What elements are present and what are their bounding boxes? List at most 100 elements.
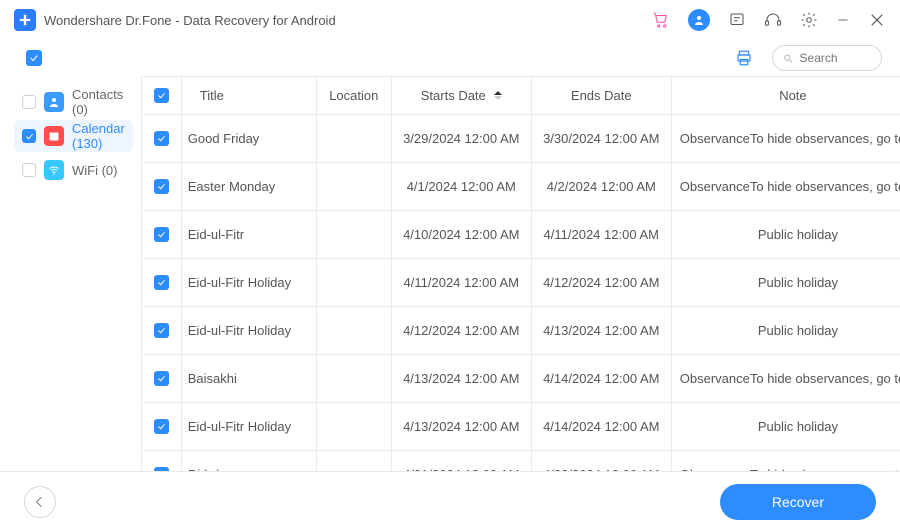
row-checkbox[interactable] [154, 467, 169, 471]
row-checkbox[interactable] [154, 275, 169, 290]
close-button[interactable] [868, 11, 886, 29]
sidebar-item-label: Contacts (0) [72, 87, 125, 117]
cell-ends-date: 4/13/2024 12:00 AM [532, 307, 672, 354]
cart-icon[interactable] [652, 11, 670, 29]
row-checkbox-cell [142, 355, 182, 402]
cell-location [317, 211, 392, 258]
header-select-all[interactable] [154, 88, 169, 103]
col-ends-date[interactable]: Ends Date [532, 77, 672, 114]
sidebar-checkbox-calendar[interactable] [22, 129, 36, 143]
sidebar-item-calendar[interactable]: Calendar (130) [14, 120, 133, 152]
header-checkbox-cell [142, 77, 182, 114]
cell-title: Easter Monday [182, 163, 317, 210]
titlebar-icons [652, 9, 886, 31]
cell-starts-date: 4/11/2024 12:00 AM [392, 259, 532, 306]
minimize-button[interactable] [836, 11, 850, 29]
cell-starts-date: 3/29/2024 12:00 AM [392, 115, 532, 162]
table-row[interactable]: Good Friday3/29/2024 12:00 AM3/30/2024 1… [142, 115, 900, 163]
table-row[interactable]: Eid-ul-Fitr Holiday4/12/2024 12:00 AM4/1… [142, 307, 900, 355]
cell-title: Eid-ul-Fitr [182, 211, 317, 258]
main-area: Contacts (0) Calendar (130) WiFi (0) Tit… [0, 76, 900, 471]
col-note[interactable]: Note [672, 77, 900, 114]
back-button[interactable] [24, 486, 56, 518]
cell-location [317, 259, 392, 306]
cell-note: Public holiday [672, 307, 900, 354]
sort-indicator-icon [494, 91, 502, 100]
feedback-icon[interactable] [728, 11, 746, 29]
settings-icon[interactable] [800, 11, 818, 29]
cell-starts-date: 4/10/2024 12:00 AM [392, 211, 532, 258]
data-table: Title Location Starts Date Ends Date Not… [141, 76, 900, 471]
row-checkbox[interactable] [154, 131, 169, 146]
table-header: Title Location Starts Date Ends Date Not… [142, 77, 900, 115]
cell-note: ObservanceTo hide observances, go to... [672, 163, 900, 210]
cell-starts-date: 4/21/2024 12:00 AM [392, 451, 532, 471]
cell-ends-date: 4/14/2024 12:00 AM [532, 355, 672, 402]
sidebar-item-wifi[interactable]: WiFi (0) [14, 154, 133, 186]
profile-icon[interactable] [688, 9, 710, 31]
cell-title: Ridván [182, 451, 317, 471]
row-checkbox[interactable] [154, 419, 169, 434]
cell-location [317, 115, 392, 162]
sidebar-item-label: WiFi (0) [72, 163, 118, 178]
table-body: Good Friday3/29/2024 12:00 AM3/30/2024 1… [142, 115, 900, 471]
row-checkbox-cell [142, 307, 182, 354]
wifi-icon [44, 160, 64, 180]
row-checkbox[interactable] [154, 227, 169, 242]
cell-location [317, 163, 392, 210]
cell-starts-date: 4/13/2024 12:00 AM [392, 355, 532, 402]
cell-note: ObservanceTo hide observances, go to... [672, 115, 900, 162]
col-starts-date[interactable]: Starts Date [392, 77, 532, 114]
table-row[interactable]: Ridván 4/21/2024 12:00 AM4/22/2024 12:00 … [142, 451, 900, 471]
search-box[interactable] [772, 45, 882, 71]
table-row[interactable]: Eid-ul-Fitr Holiday4/13/2024 12:00 AM4/1… [142, 403, 900, 451]
cell-note: ObservanceTo hide observances, go to... [672, 451, 900, 471]
cell-title: Eid-ul-Fitr Holiday [182, 259, 317, 306]
row-checkbox[interactable] [154, 323, 169, 338]
sidebar-checkbox-wifi[interactable] [22, 163, 36, 177]
row-checkbox-cell [142, 211, 182, 258]
cell-location [317, 451, 392, 471]
cell-title: Eid-ul-Fitr Holiday [182, 403, 317, 450]
col-title[interactable]: Title [182, 77, 317, 114]
table-row[interactable]: Baisakhi 4/13/2024 12:00 AM4/14/2024 12:0… [142, 355, 900, 403]
cell-title: Eid-ul-Fitr Holiday [182, 307, 317, 354]
search-icon [783, 52, 794, 65]
cell-location [317, 355, 392, 402]
cell-location [317, 403, 392, 450]
cell-ends-date: 4/22/2024 12:00 AM [532, 451, 672, 471]
app-title: Wondershare Dr.Fone - Data Recovery for … [44, 13, 336, 28]
contacts-icon [44, 92, 64, 112]
cell-note: ObservanceTo hide observances, go to... [672, 355, 900, 402]
recover-button[interactable]: Recover [720, 484, 876, 520]
footer: Recover [0, 471, 900, 531]
table-row[interactable]: Easter Monday4/1/2024 12:00 AM4/2/2024 1… [142, 163, 900, 211]
cell-starts-date: 4/13/2024 12:00 AM [392, 403, 532, 450]
row-checkbox[interactable] [154, 371, 169, 386]
cell-ends-date: 4/12/2024 12:00 AM [532, 259, 672, 306]
row-checkbox-cell [142, 163, 182, 210]
print-icon[interactable] [734, 48, 754, 68]
cell-note: Public holiday [672, 211, 900, 258]
cell-title: Baisakhi [182, 355, 317, 402]
support-icon[interactable] [764, 11, 782, 29]
app-logo [14, 9, 36, 31]
col-location[interactable]: Location [317, 77, 392, 114]
row-checkbox-cell [142, 259, 182, 306]
cell-ends-date: 4/2/2024 12:00 AM [532, 163, 672, 210]
cell-note: Public holiday [672, 259, 900, 306]
search-input[interactable] [800, 51, 871, 65]
col-starts-label: Starts Date [421, 88, 486, 103]
row-checkbox-cell [142, 403, 182, 450]
row-checkbox[interactable] [154, 179, 169, 194]
select-all-checkbox[interactable] [26, 50, 42, 66]
cell-ends-date: 3/30/2024 12:00 AM [532, 115, 672, 162]
row-checkbox-cell [142, 115, 182, 162]
table-row[interactable]: Eid-ul-Fitr Holiday 4/11/2024 12:00 AM4/1… [142, 259, 900, 307]
sidebar-checkbox-contacts[interactable] [22, 95, 36, 109]
table-row[interactable]: Eid-ul-Fitr 4/10/2024 12:00 AM4/11/2024 1… [142, 211, 900, 259]
sidebar-item-contacts[interactable]: Contacts (0) [14, 86, 133, 118]
cell-ends-date: 4/11/2024 12:00 AM [532, 211, 672, 258]
sidebar: Contacts (0) Calendar (130) WiFi (0) [0, 76, 141, 471]
cell-location [317, 307, 392, 354]
